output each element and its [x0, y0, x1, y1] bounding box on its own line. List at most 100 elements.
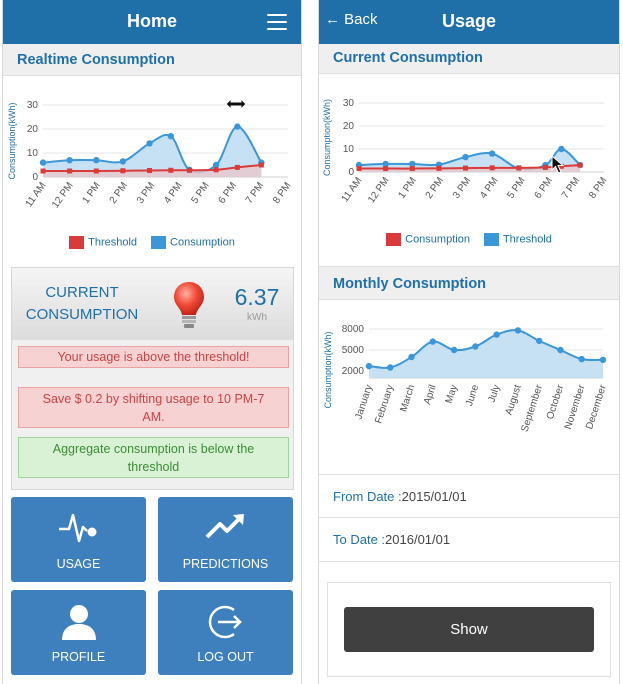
to-date-row[interactable]: To Date :2016/01/01 — [319, 518, 619, 562]
data-point — [213, 167, 219, 173]
x-tick-label: 12 PM — [50, 180, 76, 210]
data-point — [167, 133, 175, 140]
y-tick-label: 0 — [32, 172, 38, 183]
current-consumption-panel: CURRENT CONSUMPTION 6.37 kWh Your usage … — [11, 267, 294, 490]
usage-screen: ← Back Usage Current Consumption 0 10 20 30… — [318, 0, 620, 684]
data-point — [93, 168, 99, 174]
data-point — [120, 168, 126, 174]
y-tick-label: 30 — [27, 100, 39, 111]
y-tick-label: 0 — [348, 167, 354, 178]
usage-tile[interactable]: USAGE — [11, 497, 146, 582]
monthly-consumption-chart: 2000 5000 8000 Consumption(kWh) JanuaryFebru… — [323, 324, 609, 434]
x-tick-label: February — [373, 384, 396, 425]
data-point — [514, 327, 522, 334]
data-point — [168, 167, 174, 173]
data-point — [489, 165, 495, 171]
to-date-value: 2016/01/01 — [385, 532, 451, 547]
resize-cursor-icon — [225, 97, 247, 111]
data-point — [493, 331, 500, 338]
data-point — [383, 166, 389, 172]
x-tick-label: 6 PM — [217, 180, 239, 205]
x-tick-label: 11 AM — [340, 175, 365, 204]
data-point — [429, 338, 437, 345]
y-tick-label: 10 — [27, 148, 39, 159]
x-tick-label: May — [444, 384, 460, 405]
current-chart-legend: Consumption Threshold — [319, 233, 619, 246]
light-bulb-icon — [174, 282, 204, 328]
home-top-bar: Home — [3, 0, 301, 44]
x-tick-label: 6 PM — [533, 175, 555, 200]
data-point — [516, 165, 522, 171]
realtime-consumption-chart: 0 10 20 30 Consumption(kWh) 11 AM 12 PM 1 PM 2 P… — [7, 100, 293, 210]
data-point — [234, 123, 241, 130]
x-tick-label: June — [464, 383, 481, 407]
user-icon — [61, 605, 96, 640]
logout-tile-label: LOG OUT — [197, 650, 254, 664]
current-consumption-summary: CURRENT CONSUMPTION 6.37 kWh — [12, 268, 293, 340]
y-axis-label: Consumption(kWh) — [322, 99, 332, 176]
x-tick-label: 1 PM — [81, 180, 103, 205]
y-tick-label: 20 — [343, 121, 355, 132]
x-tick-label: April — [422, 384, 439, 406]
legend-consumption: Consumption — [151, 236, 235, 249]
page-title: Home — [126, 11, 177, 31]
data-point — [409, 166, 415, 172]
data-point — [387, 364, 394, 371]
from-date-row[interactable]: From Date :2015/01/01 — [319, 474, 619, 518]
savings-tip-alert: Save $ 0.2 by shifting usage to 10 PM-7 A… — [18, 387, 289, 428]
show-button-container: Show — [327, 582, 611, 677]
data-point — [472, 343, 479, 350]
page-title: Usage — [441, 11, 497, 31]
x-tick-label: October — [545, 383, 567, 421]
x-tick-label: 8 PM — [271, 180, 293, 205]
x-tick-label: 2 PM — [424, 175, 446, 200]
data-point — [66, 157, 73, 164]
data-point — [186, 167, 192, 173]
data-point — [356, 166, 362, 172]
data-point — [599, 356, 607, 363]
predictions-tile-label: PREDICTIONS — [182, 557, 269, 571]
x-tick-label: 2 PM — [108, 180, 130, 205]
pulse-icon — [58, 513, 96, 543]
logout-tile[interactable]: LOG OUT — [158, 590, 293, 675]
predictions-tile[interactable]: PREDICTIONS — [158, 497, 293, 582]
x-tick-label: 4 PM — [162, 180, 184, 205]
realtime-chart-legend: Threshold Consumption — [3, 236, 301, 249]
current-consumption-unit: kWh — [247, 312, 267, 323]
data-point — [535, 337, 543, 345]
x-tick-label: August — [504, 383, 524, 416]
x-tick-label: 5 PM — [505, 175, 527, 200]
hamburger-menu-icon[interactable] — [267, 14, 287, 30]
current-consumption-value: 6.37 — [234, 284, 280, 310]
from-date-value: 2015/01/01 — [401, 489, 467, 504]
y-tick-label: 30 — [343, 98, 355, 109]
mouse-pointer-icon — [551, 155, 565, 174]
x-tick-label: 5 PM — [189, 180, 211, 205]
current-consumption-chart: 0 10 20 30 Consumption(kWh) 11 AM 12 PM 1 PM 2 P… — [322, 98, 609, 205]
profile-tile-label: PROFILE — [51, 650, 106, 664]
x-tick-label: September — [519, 383, 545, 434]
x-tick-label: 8 PM — [587, 175, 609, 200]
profile-tile[interactable]: PROFILE — [11, 590, 146, 675]
show-button[interactable]: Show — [344, 607, 594, 652]
trending-up-icon — [205, 514, 244, 539]
x-tick-label: 3 PM — [451, 175, 473, 200]
legend-threshold: Threshold — [69, 236, 137, 249]
data-point — [234, 164, 240, 170]
x-tick-label: 3 PM — [135, 180, 157, 205]
y-tick-label: 5000 — [342, 345, 365, 356]
data-point — [93, 157, 100, 164]
data-point — [462, 153, 469, 161]
current-consumption-header: Current Consumption — [319, 44, 619, 74]
usage-tile-label: USAGE — [56, 557, 101, 571]
data-point — [463, 165, 469, 171]
data-point — [40, 168, 46, 174]
x-tick-label: January — [353, 384, 374, 421]
realtime-consumption-header: Realtime Consumption — [3, 44, 301, 76]
x-tick-label: 12 PM — [366, 175, 392, 205]
data-point — [67, 168, 73, 174]
x-tick-label: 1 PM — [397, 175, 419, 200]
data-point — [450, 346, 458, 354]
data-point — [577, 162, 583, 168]
x-tick-label: 7 PM — [560, 175, 582, 200]
